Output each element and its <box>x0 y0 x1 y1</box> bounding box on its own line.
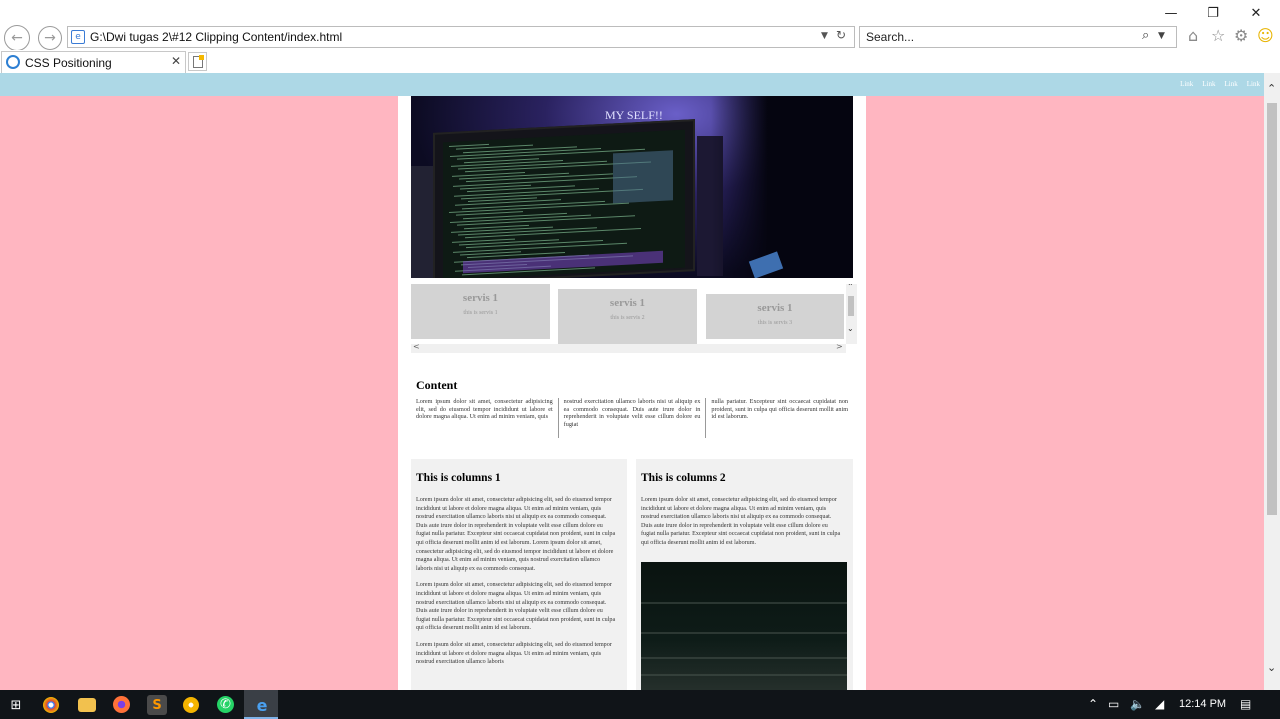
forward-button[interactable]: → <box>38 26 62 50</box>
minimize-icon[interactable]: — <box>1154 2 1188 24</box>
page-scroll-thumb[interactable] <box>1267 103 1277 515</box>
battery-icon[interactable]: ▭ <box>1108 697 1119 711</box>
volume-icon[interactable]: 🔈 <box>1130 697 1145 711</box>
service-text: this is servis 2 <box>610 315 645 321</box>
content-column: Lorem ipsum dolor sit amet, consectetur … <box>416 398 553 421</box>
service-title: servis 1 <box>609 297 646 309</box>
new-tab-button[interactable] <box>188 52 207 71</box>
address-bar[interactable]: e G:\Dwi tugas 2\#12 Clipping Content/in… <box>67 26 855 48</box>
scroll-left-icon[interactable]: < <box>413 342 420 351</box>
taskbar: ⊞ S ✆ e ⌃ ▭ 🔈 ◢ 12:14 PM ▤ <box>0 690 1280 719</box>
scroll-right-icon[interactable]: > <box>836 342 843 351</box>
chrome-canary-icon[interactable] <box>183 697 199 713</box>
monitor-graphic <box>433 119 695 278</box>
content-column: nostrud exercitation ullamco laboris nis… <box>557 398 706 438</box>
search-dropdown-icon[interactable]: ▼ <box>1158 31 1165 41</box>
close-icon[interactable]: ✕ <box>1239 2 1273 24</box>
content-columns: Lorem ipsum dolor sit amet, consectetur … <box>416 398 848 438</box>
page-viewport: Link Link Link Link MY SELF!! servis 1 t… <box>0 73 1264 690</box>
column-paragraph: Lorem ipsum dolor sit amet, consectetur … <box>416 641 612 666</box>
url-text: G:\Dwi tugas 2\#12 Clipping Content/inde… <box>90 30 343 44</box>
service-box: servis 1 this is servis 3 <box>706 294 844 339</box>
browser-toolbar: ← → e G:\Dwi tugas 2\#12 Clipping Conten… <box>0 24 1280 51</box>
content-heading: Content <box>416 378 458 392</box>
column-2: This is columns 2 Lorem ipsum dolor sit … <box>636 459 853 690</box>
tray-chevron-icon[interactable]: ⌃ <box>1088 697 1098 711</box>
home-icon[interactable]: ⌂ <box>1188 26 1198 45</box>
tab-title: CSS Positioning <box>25 56 112 70</box>
column-paragraph: Lorem ipsum dolor sit amet, consectetur … <box>416 582 616 632</box>
column-paragraph: Lorem ipsum dolor sit amet, consectetur … <box>416 497 616 572</box>
service-title: servis 1 <box>462 292 499 304</box>
restore-icon[interactable]: ❐ <box>1196 2 1230 24</box>
hero-image: MY SELF!! <box>411 96 853 278</box>
service-box: servis 1 this is servis 1 <box>411 284 550 339</box>
windows-start-icon[interactable]: ⊞ <box>6 695 26 715</box>
forward-arrow-icon: → <box>44 30 56 46</box>
nav-link[interactable]: Link <box>1180 80 1193 88</box>
screen: — ❐ ✕ ← → e G:\Dwi tugas 2\#12 Clipping … <box>0 0 1280 719</box>
search-icon[interactable]: ⌕ <box>1142 28 1149 43</box>
nav-link[interactable]: Link <box>1225 80 1238 88</box>
tab-close-icon[interactable]: ✕ <box>171 54 181 68</box>
whatsapp-icon[interactable]: ✆ <box>217 696 234 713</box>
content-column: nulla pariatur. Excepteur sint occaecat … <box>705 398 848 438</box>
services-horizontal-scrollbar[interactable]: < > <box>411 342 846 353</box>
service-text: this is servis 1 <box>463 310 498 316</box>
taskbar-clock[interactable]: 12:14 PM <box>1179 698 1226 710</box>
tab-bar: CSS Positioning ✕ <box>0 50 1280 73</box>
refresh-icon[interactable]: ↻ <box>836 28 846 42</box>
nav-link[interactable]: Link <box>1202 80 1215 88</box>
services-scroll-area[interactable]: servis 1 this is servis 1 servis 1 this … <box>411 284 857 353</box>
service-title: servis 1 <box>757 302 793 314</box>
file-explorer-icon[interactable] <box>78 698 96 712</box>
nav-link[interactable]: Link <box>1247 80 1260 88</box>
sublime-text-icon[interactable]: S <box>147 695 167 715</box>
column-image <box>641 562 847 690</box>
page-container: MY SELF!! servis 1 this is servis 1 serv… <box>398 96 866 690</box>
back-arrow-icon: ← <box>11 30 23 46</box>
column-paragraph: Lorem ipsum dolor sit amet, consectetur … <box>641 497 841 546</box>
ie-favicon-icon <box>6 55 20 69</box>
settings-gear-icon[interactable]: ⚙ <box>1234 26 1248 45</box>
chrome-icon[interactable] <box>43 697 59 713</box>
service-box: servis 1 this is servis 2 <box>558 289 697 344</box>
feedback-smiley-icon[interactable]: ☺ <box>1257 26 1274 45</box>
tab-css-positioning[interactable]: CSS Positioning ✕ <box>1 51 186 73</box>
page-scrollbar[interactable]: ⌃ ⌄ <box>1264 73 1280 690</box>
search-placeholder: Search... <box>866 30 915 44</box>
dropdown-icon[interactable]: ▼ <box>821 31 828 41</box>
wifi-icon[interactable]: ◢ <box>1155 697 1164 711</box>
service-text: this is servis 3 <box>757 320 793 326</box>
page-icon: e <box>71 30 85 44</box>
scroll-down-icon[interactable]: ⌄ <box>847 324 854 333</box>
notification-icon[interactable]: ▤ <box>1240 697 1251 711</box>
scroll-up-icon[interactable]: ⌃ <box>847 284 854 291</box>
page-scroll-up-icon[interactable]: ⌃ <box>1267 82 1276 95</box>
back-button[interactable]: ← <box>4 25 30 51</box>
favorites-star-icon[interactable]: ☆ <box>1211 26 1225 45</box>
site-navbar: Link Link Link Link <box>0 73 1264 96</box>
page-scroll-down-icon[interactable]: ⌄ <box>1267 661 1276 674</box>
services-vertical-scrollbar[interactable]: ⌃ ⌄ <box>846 284 857 344</box>
column-2-heading: This is columns 2 <box>641 472 726 484</box>
hero-caption: MY SELF!! <box>605 108 663 122</box>
column-1-heading: This is columns 1 <box>416 472 501 484</box>
search-box[interactable]: Search... ⌕ ▼ <box>859 26 1177 48</box>
window-titlebar: — ❐ ✕ <box>0 0 1280 24</box>
internet-explorer-icon[interactable]: e <box>252 695 272 715</box>
column-1: This is columns 1 Lorem ipsum dolor sit … <box>411 459 627 690</box>
firefox-icon[interactable] <box>113 696 130 713</box>
